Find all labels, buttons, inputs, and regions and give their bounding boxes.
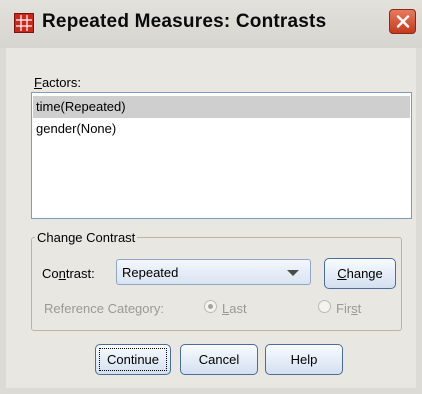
close-icon [396, 15, 410, 28]
reference-first-label: First [336, 301, 362, 316]
chevron-down-icon [287, 270, 299, 276]
reference-category-label: Reference Category: [44, 301, 164, 316]
cancel-button[interactable]: Cancel [180, 344, 258, 375]
radio-selected-dot [208, 304, 213, 309]
help-button[interactable]: Help [265, 344, 343, 375]
continue-button[interactable]: Continue [95, 344, 171, 375]
close-button[interactable] [389, 9, 416, 34]
continue-button-label: Continue [106, 352, 160, 367]
reference-first-radio[interactable] [318, 300, 331, 313]
reference-last-label: Last [222, 301, 247, 316]
spss-grid-icon [14, 13, 34, 33]
factors-label: Factors: [34, 75, 81, 90]
reference-last-radio[interactable] [204, 300, 217, 313]
contrast-select-value: Repeated [122, 265, 179, 280]
factor-item-gender[interactable]: gender(None) [33, 118, 410, 140]
factor-item-time[interactable]: time(Repeated) [33, 96, 410, 118]
title-bar[interactable]: Repeated Measures: Contrasts [0, 0, 422, 48]
change-button[interactable]: Change [324, 258, 396, 289]
factors-listbox[interactable]: time(Repeated) gender(None) [31, 92, 412, 219]
contrast-label: Contrast: [42, 266, 95, 281]
change-contrast-group-title: Change Contrast [35, 230, 138, 245]
window-title: Repeated Measures: Contrasts [42, 11, 327, 32]
contrast-select[interactable]: Repeated [116, 259, 311, 285]
